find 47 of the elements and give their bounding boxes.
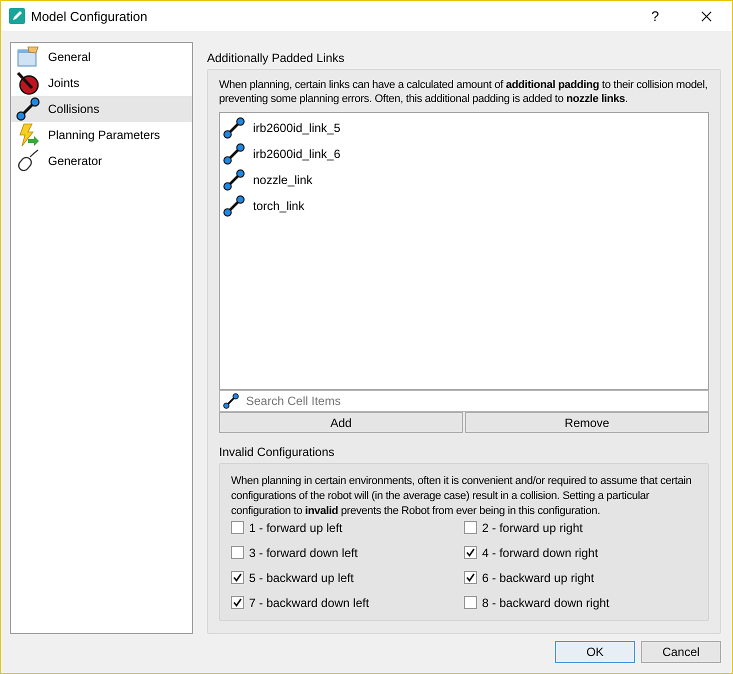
link-icon [223, 169, 245, 191]
link-icon [223, 393, 239, 409]
dial-icon [16, 71, 40, 95]
sidebar-item[interactable]: Joints [11, 70, 192, 96]
checkbox-label[interactable]: 2 - forward up right [482, 520, 583, 534]
checkbox[interactable] [231, 521, 244, 534]
mouse-icon [16, 149, 40, 173]
dialog-button[interactable]: Cancel [641, 641, 721, 663]
link-icon [223, 143, 245, 165]
sidebar-item[interactable]: General [11, 44, 192, 70]
checkbox[interactable] [231, 571, 244, 584]
link-icon [16, 97, 40, 121]
link-item[interactable]: torch_link [223, 193, 705, 219]
checkbox[interactable] [464, 571, 477, 584]
link-item[interactable]: irb2600id_link_5 [223, 115, 705, 141]
link-item[interactable]: nozzle_link [223, 167, 705, 193]
description-text: When planning in certain environments, often it is convenient and/or required to assume that certain configurations of the robot will (in the average case) result in a collision. Setting a particular configuration to invalid prevents the Robot from ever being in this configuration. [231, 475, 692, 517]
app-icon [9, 8, 25, 24]
search-field[interactable]: Search Cell Items [219, 390, 709, 412]
checkbox-label[interactable]: 4 - forward down right [482, 546, 598, 560]
help-button[interactable]: ? [651, 8, 659, 24]
section-title: Invalid Configurations [219, 445, 336, 459]
sidebar-item[interactable]: Generator [11, 148, 192, 174]
checkbox[interactable] [231, 546, 244, 559]
section-title: Additionally Padded Links [207, 51, 346, 65]
description-text: When planning, certain links can have a calculated amount of additional padding to their collision model, preventing some planning errors. Often, this additional padding is added to nozzle links. [219, 78, 709, 106]
checkbox-label[interactable]: 8 - backward down right [482, 596, 610, 610]
link-icon [223, 117, 245, 139]
action-button[interactable]: Remove [465, 412, 709, 433]
action-button[interactable]: Add [219, 412, 463, 433]
sidebar-item[interactable]: Collisions [11, 96, 192, 122]
checkbox-label[interactable]: 1 - forward up left [249, 520, 342, 534]
checkbox[interactable] [231, 596, 244, 609]
checkbox-label[interactable]: 6 - backward up right [482, 570, 594, 584]
checkbox-label[interactable]: 5 - backward up left [249, 570, 354, 584]
dialog-button[interactable]: OK [555, 641, 635, 663]
sidebar-item[interactable]: Planning Parameters [11, 122, 192, 148]
window-icon [16, 45, 40, 69]
checkbox[interactable] [464, 546, 477, 559]
checkbox[interactable] [464, 521, 477, 534]
checkbox-label[interactable]: 7 - backward down left [249, 596, 370, 610]
window-title: Model Configuration [31, 8, 148, 24]
close-icon[interactable] [701, 10, 712, 22]
checkbox[interactable] [464, 596, 477, 609]
link-item[interactable]: irb2600id_link_6 [223, 141, 705, 167]
link-icon [223, 195, 245, 217]
checkbox-label[interactable]: 3 - forward down left [249, 546, 358, 560]
